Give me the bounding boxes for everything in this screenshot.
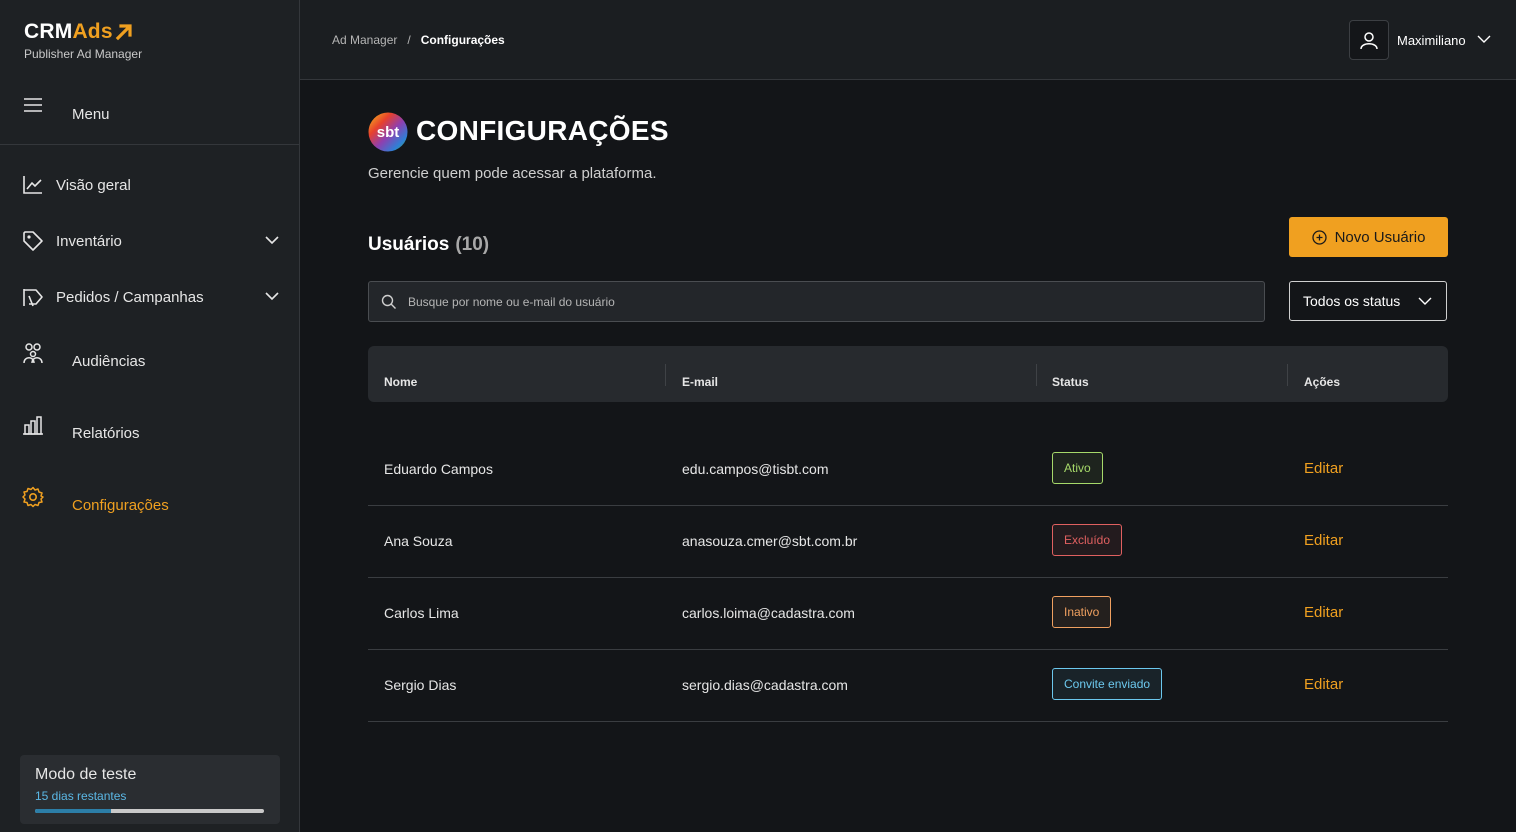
users-icon (23, 343, 43, 364)
sidebar-item-visao-geral[interactable]: Visão geral (0, 166, 299, 206)
bar-chart-icon (23, 416, 43, 435)
user-name-cell: Sergio Dias (384, 677, 457, 693)
user-avatar[interactable] (1349, 20, 1389, 60)
user-email-cell: carlos.loima@cadastra.com (682, 605, 855, 621)
sbt-logo: sbt (368, 112, 408, 152)
user-name-cell: Ana Souza (384, 533, 453, 549)
gear-icon (22, 486, 44, 508)
status-badge-deleted: Excluído (1052, 524, 1123, 556)
users-label: Usuários (368, 234, 450, 255)
search-input[interactable] (408, 282, 1248, 321)
new-user-label: Novo Usuário (1334, 228, 1426, 246)
column-divider (1287, 364, 1288, 386)
table-row: Sergio Dias sergio.dias@cadastra.com Con… (368, 650, 1448, 722)
user-email-cell: sergio.dias@cadastra.com (682, 677, 848, 693)
sidebar-item-label: Audiências (72, 353, 146, 370)
svg-text:sbt: sbt (377, 124, 400, 141)
arrow-up-right-icon (115, 24, 132, 41)
sidebar-item-label: Visão geral (56, 177, 131, 194)
table-row: Eduardo Campos edu.campos@tisbt.com Ativ… (368, 434, 1448, 506)
trial-progress-bar (35, 809, 264, 813)
breadcrumb-separator: / (407, 33, 411, 47)
brand-ads: Ads (72, 20, 113, 43)
search-box (368, 281, 1265, 322)
status-filter-select[interactable]: Todos os status (1289, 281, 1447, 321)
table-row: Ana Souza anasouza.cmer@sbt.com.br Exclu… (368, 506, 1448, 578)
chevron-down-icon (1418, 297, 1432, 305)
chevron-down-icon (265, 236, 279, 245)
sidebar-item-configuracoes[interactable]: Configurações (0, 486, 299, 526)
breadcrumb-ad-manager[interactable]: Ad Manager (332, 33, 397, 47)
sidebar-item-pedidos-campanhas[interactable]: Pedidos / Campanhas (0, 278, 299, 318)
page-title: CONFIGURAÇÕES (416, 115, 669, 146)
brand-logo[interactable]: CRM Ads Publisher Ad Manager (24, 20, 142, 61)
tag-icon (23, 231, 43, 251)
megaphone-icon (23, 289, 43, 307)
sidebar-item-label: Inventário (56, 233, 122, 250)
breadcrumb: Ad Manager / Configurações (332, 33, 505, 47)
user-icon (1360, 32, 1378, 50)
chevron-down-icon[interactable] (1477, 34, 1491, 44)
status-badge-active: Ativo (1052, 452, 1103, 484)
column-header-acoes: Ações (1304, 375, 1341, 389)
table-header: Nome E-mail Status Ações (368, 346, 1448, 402)
sidebar-item-label: Pedidos / Campanhas (56, 289, 204, 306)
trial-progress-fill (35, 809, 111, 813)
sidebar-item-label: Configurações (72, 497, 169, 514)
menu-toggle[interactable]: Menu (0, 84, 299, 145)
column-divider (665, 364, 666, 386)
status-filter-value: Todos os status (1303, 293, 1401, 309)
user-name-cell: Carlos Lima (384, 605, 459, 621)
trial-card: Modo de teste 15 dias restantes (20, 755, 280, 824)
users-heading: Usuários (10) (368, 234, 489, 256)
user-email-cell: edu.campos@tisbt.com (682, 461, 829, 477)
sidebar-item-audiencias[interactable]: Audiências (0, 342, 299, 382)
user-name[interactable]: Maximiliano (1397, 33, 1466, 48)
users-count: (10) (455, 234, 490, 255)
column-header-email: E-mail (682, 375, 719, 389)
table-row: Carlos Lima carlos.loima@cadastra.com In… (368, 578, 1448, 650)
user-name-cell: Eduardo Campos (384, 461, 493, 477)
menu-label: Menu (72, 106, 110, 123)
search-icon (381, 294, 396, 309)
brand-subtitle: Publisher Ad Manager (24, 47, 143, 61)
sidebar: CRM Ads Publisher Ad Manager Menu Visão g… (0, 0, 300, 832)
edit-link[interactable]: Editar (1304, 460, 1343, 477)
hamburger-icon (24, 98, 42, 112)
trial-days-remaining: 15 dias restantes (35, 789, 127, 803)
page-subtitle: Gerencie quem pode acessar a plataforma. (368, 165, 657, 182)
edit-link[interactable]: Editar (1304, 604, 1343, 621)
plus-circle-icon (1311, 229, 1327, 245)
column-divider (1036, 364, 1037, 386)
trial-title: Modo de teste (35, 766, 137, 783)
brand-crm: CRM (24, 20, 73, 43)
edit-link[interactable]: Editar (1304, 676, 1343, 693)
sidebar-item-label: Relatórios (72, 425, 140, 442)
status-badge-invited: Convite enviado (1052, 668, 1163, 700)
new-user-button[interactable]: Novo Usuário (1289, 217, 1448, 257)
chart-line-icon (23, 176, 42, 194)
status-badge-inactive: Inativo (1052, 596, 1112, 628)
top-header: Ad Manager / Configurações Maximiliano (300, 0, 1516, 80)
sidebar-item-inventario[interactable]: Inventário (0, 222, 299, 262)
breadcrumb-current: Configurações (420, 33, 505, 47)
sidebar-item-relatorios[interactable]: Relatórios (0, 414, 299, 454)
edit-link[interactable]: Editar (1304, 532, 1343, 549)
column-header-status: Status (1052, 375, 1089, 389)
column-header-nome: Nome (384, 375, 418, 389)
chevron-down-icon (265, 292, 279, 301)
user-email-cell: anasouza.cmer@sbt.com.br (682, 533, 858, 549)
